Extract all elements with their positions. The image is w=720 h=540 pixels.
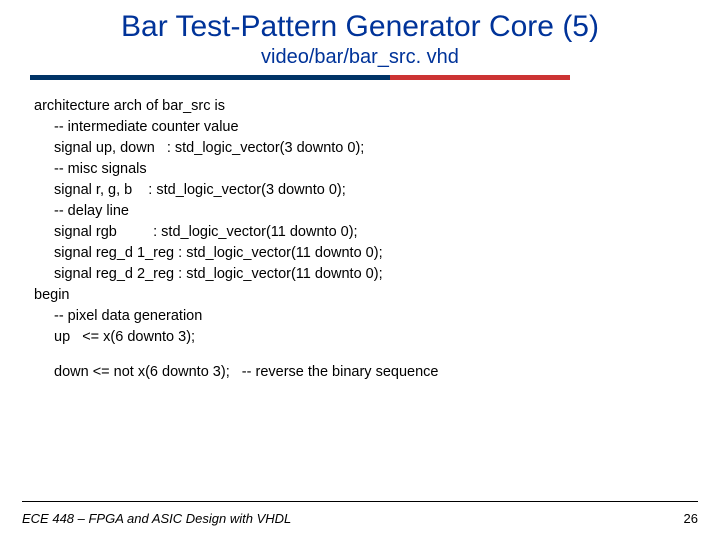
code-line: architecture arch of bar_src is: [34, 96, 720, 117]
slide-title: Bar Test-Pattern Generator Core (5): [0, 0, 720, 44]
code-line: begin: [34, 285, 720, 306]
slide: Bar Test-Pattern Generator Core (5) vide…: [0, 0, 720, 540]
footer-divider: [22, 501, 698, 502]
slide-subtitle: video/bar/bar_src. vhd: [0, 46, 720, 69]
title-rule: [30, 75, 570, 80]
code-line: signal up, down : std_logic_vector(3 dow…: [34, 138, 720, 159]
code-line: signal reg_d 1_reg : std_logic_vector(11…: [34, 243, 720, 264]
blank-line: [34, 348, 720, 362]
code-block: architecture arch of bar_src is -- inter…: [34, 96, 720, 383]
page-number: 26: [684, 511, 698, 526]
footer-text: ECE 448 – FPGA and ASIC Design with VHDL: [22, 511, 291, 526]
code-line: down <= not x(6 downto 3); -- reverse th…: [34, 362, 720, 383]
code-line: -- delay line: [34, 201, 720, 222]
rule-red: [390, 75, 570, 80]
code-line: signal rgb : std_logic_vector(11 downto …: [34, 222, 720, 243]
rule-dark: [30, 75, 390, 80]
code-line: -- pixel data generation: [34, 306, 720, 327]
code-line: up <= x(6 downto 3);: [34, 327, 720, 348]
code-line: -- misc signals: [34, 159, 720, 180]
code-line: signal r, g, b : std_logic_vector(3 down…: [34, 180, 720, 201]
code-line: signal reg_d 2_reg : std_logic_vector(11…: [34, 264, 720, 285]
code-line: -- intermediate counter value: [34, 117, 720, 138]
